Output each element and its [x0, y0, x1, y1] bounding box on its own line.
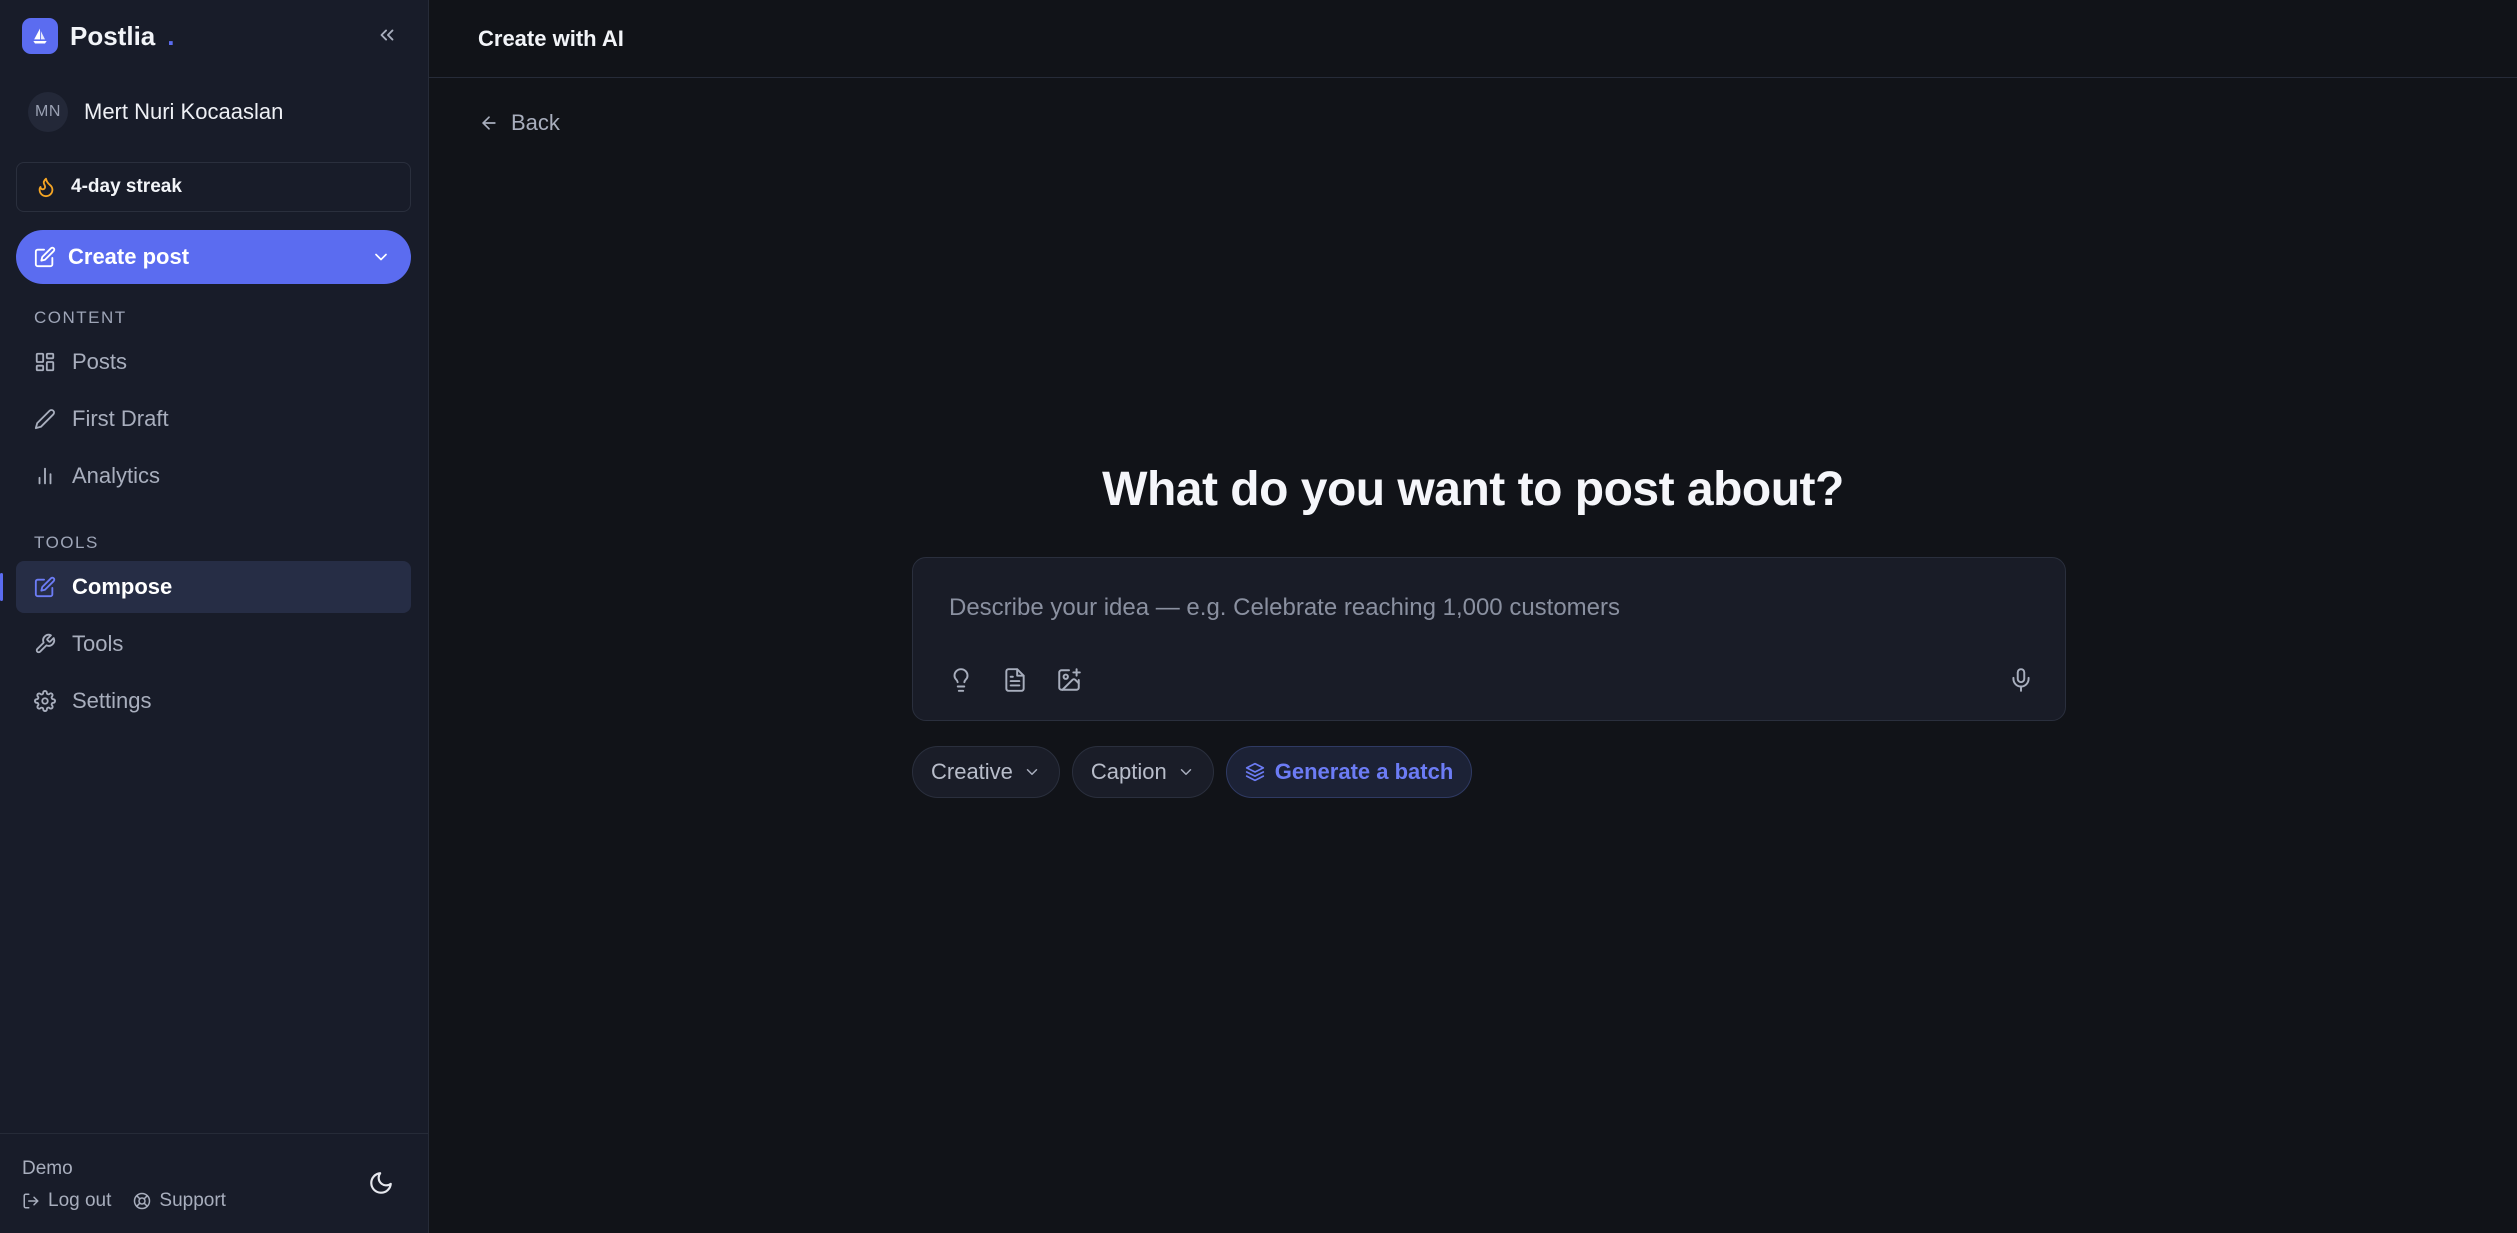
logout-label: Log out	[48, 1190, 112, 1211]
idea-input[interactable]	[949, 590, 2029, 626]
topbar: Create with AI	[429, 0, 2517, 78]
brand-logo-icon	[22, 18, 58, 54]
flame-icon	[38, 177, 54, 198]
sidebar-item-analytics[interactable]: Analytics	[16, 450, 411, 502]
streak-badge[interactable]: 4-day streak	[16, 162, 411, 212]
sidebar-item-posts[interactable]: Posts	[16, 336, 411, 388]
sidebar-item-label: Compose	[72, 574, 173, 599]
wrench-icon	[35, 633, 56, 654]
sidebar-item-label: Analytics	[72, 463, 161, 488]
add-image-button[interactable]	[1049, 660, 1089, 700]
format-label: Caption	[1090, 759, 1167, 784]
sidebar-item-label: Tools	[72, 631, 124, 656]
idea-suggestions-button[interactable]	[941, 660, 981, 700]
chevron-down-icon	[1180, 769, 1192, 775]
avatar: MN	[28, 92, 68, 132]
image-plus-icon	[1058, 668, 1081, 691]
support-label: Support	[159, 1190, 226, 1211]
theme-toggle-button[interactable]	[366, 1168, 396, 1198]
sidebar-item-settings[interactable]: Settings	[16, 675, 411, 727]
generate-batch-button[interactable]: Generate a batch	[1225, 746, 1473, 798]
section-label-content: CONTENT	[34, 308, 127, 327]
microphone-icon	[2012, 668, 2030, 692]
create-post-label: Create post	[68, 244, 190, 269]
moon-icon	[370, 1172, 392, 1194]
active-indicator	[0, 573, 3, 601]
brand-name: Postlia	[70, 20, 156, 51]
gear-icon	[34, 690, 56, 712]
layers-icon	[1245, 762, 1264, 782]
brand[interactable]: Postlia .	[22, 18, 174, 54]
voice-input-button[interactable]	[2001, 660, 2041, 700]
composer-tools	[941, 660, 1089, 700]
pencil-icon	[34, 409, 55, 430]
sidebar-footer: Demo Log out Support	[0, 1133, 429, 1233]
chevron-down-icon[interactable]	[371, 247, 391, 267]
sidebar-item-compose[interactable]: Compose	[0, 561, 411, 613]
user-name: Mert Nuri Kocaaslan	[84, 99, 284, 124]
life-buoy-icon	[134, 1192, 151, 1210]
sidebar-item-label: First Draft	[72, 406, 169, 431]
brand-dot: .	[167, 21, 175, 51]
chevrons-left-icon	[380, 29, 394, 41]
option-chips: Creative Caption Generate a batch	[912, 746, 1473, 798]
edit-icon	[34, 576, 56, 598]
sidebar-item-label: Settings	[72, 688, 152, 713]
attach-document-button[interactable]	[995, 660, 1035, 700]
page-title: Create with AI	[478, 25, 624, 51]
headline: What do you want to post about?	[1102, 463, 1844, 516]
composer	[912, 557, 2066, 721]
logout-icon	[23, 1193, 39, 1209]
sidebar-item-tools[interactable]: Tools	[16, 618, 411, 670]
back-label: Back	[511, 110, 560, 135]
sidebar-item-first-draft[interactable]: First Draft	[16, 393, 411, 445]
tone-select[interactable]: Creative	[912, 746, 1060, 798]
sidebar: Postlia . MN Mert Nuri Kocaaslan 4-day s…	[0, 0, 429, 1233]
plan-label: Demo	[22, 1158, 73, 1179]
document-icon	[1005, 668, 1025, 692]
edit-icon	[34, 246, 56, 268]
user-profile[interactable]: MN Mert Nuri Kocaaslan	[28, 92, 283, 132]
back-button[interactable]: Back	[479, 110, 560, 136]
app: Postlia . MN Mert Nuri Kocaaslan 4-day s…	[0, 0, 2517, 1233]
lightbulb-icon	[953, 668, 969, 692]
logout-link[interactable]: Log out	[22, 1190, 111, 1212]
create-post-button[interactable]: Create post	[16, 230, 411, 284]
format-select[interactable]: Caption	[1071, 746, 1214, 798]
chevron-down-icon	[1026, 769, 1038, 775]
main-content: Create with AI Back What do you want to …	[429, 0, 2517, 1233]
section-label-tools: TOOLS	[34, 533, 99, 552]
grid-icon	[35, 352, 55, 372]
streak-label: 4-day streak	[71, 176, 182, 197]
generate-batch-label: Generate a batch	[1274, 759, 1454, 784]
bar-chart-icon	[38, 467, 52, 485]
arrow-left-icon	[482, 116, 496, 130]
collapse-sidebar-button[interactable]	[374, 22, 400, 48]
support-link[interactable]: Support	[133, 1190, 226, 1212]
footer-links: Log out Support	[22, 1190, 226, 1212]
tone-label: Creative	[931, 759, 1013, 784]
sidebar-item-label: Posts	[72, 349, 128, 374]
